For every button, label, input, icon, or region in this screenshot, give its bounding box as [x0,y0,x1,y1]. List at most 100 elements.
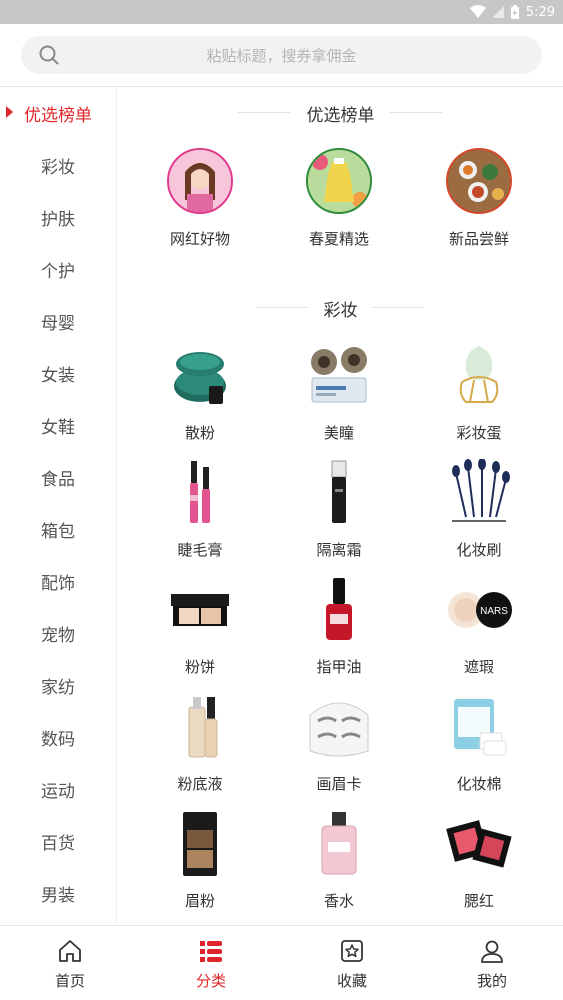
section-title-makeup: 彩妆 [323,300,358,321]
sidebar-item-label: 优选榜单 [24,105,92,126]
category-tile-makeup-brush[interactable]: 化妆刷 [409,458,549,560]
category-label: 画眉卡 [316,775,362,793]
primer-icon [304,459,374,529]
signal-icon [491,6,504,18]
category-tile-brow-powder[interactable]: 眉粉 [130,810,270,911]
category-label: 新品尝鲜 [448,230,509,248]
section-divider [372,307,424,308]
category-label: 彩妆蛋 [456,424,502,442]
sidebar-item-womens-clothing[interactable]: 女装 [0,347,116,399]
nav-favorites[interactable]: 收藏 [282,926,422,1000]
sidebar-item-label: 女装 [41,365,75,386]
sidebar-item-bags[interactable]: 箱包 [0,503,116,555]
wifi-icon [469,5,486,18]
new-arrivals-icon [444,148,514,218]
sidebar-item-sports[interactable]: 运动 [0,763,116,815]
category-tile-influencer-picks[interactable]: 网红好物 [130,146,270,249]
sidebar-item-digital[interactable]: 数码 [0,711,116,763]
nail-polish-icon [304,576,374,646]
nars-logo-text: NARS [480,606,508,617]
sidebar-item-label: 运动 [41,781,75,802]
sidebar-item-pets[interactable]: 宠物 [0,607,116,659]
category-tile-foundation[interactable]: 粉底液 [130,693,270,794]
sidebar-item-label: 宠物 [41,625,75,646]
category-label: 腮红 [463,892,494,910]
category-label: 化妆棉 [456,775,502,793]
foundation-icon [165,693,235,763]
sidebar-item-womens-shoes[interactable]: 女鞋 [0,399,116,451]
category-tile-pressed-powder[interactable]: 粉饼 [130,576,270,677]
category-tile-spring-summer-picks[interactable]: 春夏精选 [269,146,409,249]
sidebar-item-label: 个护 [41,261,75,282]
category-label: 美瞳 [323,424,354,442]
category-label: 香水 [323,892,354,910]
mascara-icon [165,459,235,529]
sidebar-item-label: 箱包 [41,521,75,542]
section-divider [390,112,442,113]
sidebar-item-label: 男装 [41,885,75,906]
nav-category[interactable]: 分类 [141,926,281,1000]
sidebar-item-makeup[interactable]: 彩妆 [0,139,116,191]
sidebar-item-personal-care[interactable]: 个护 [0,243,116,295]
bottom-navigation: 首页 分类 收藏 我的 [0,925,563,1000]
nav-home[interactable]: 首页 [0,926,140,1000]
category-tile-blush[interactable]: 腮红 [409,810,549,911]
nav-label: 分类 [195,972,226,990]
category-tile-concealer[interactable]: NARS 遮瑕 [409,576,549,677]
sidebar-item-skincare[interactable]: 护肤 [0,191,116,243]
category-tile-cotton-pad[interactable]: 化妆棉 [409,693,549,794]
sidebar-item-accessories[interactable]: 配饰 [0,555,116,607]
eyebrow-stencil-icon [304,693,374,763]
sidebar-item-label: 食品 [41,469,75,490]
status-bar: 5:29 [0,0,563,24]
makeup-sponge-icon [444,342,514,412]
favorites-icon [341,940,363,962]
nav-profile[interactable]: 我的 [422,926,562,1000]
nav-label: 我的 [476,972,507,990]
search-input[interactable]: 粘贴标题，搜券拿佣金 [21,36,542,74]
influencer-picks-icon [165,148,235,218]
active-arrow-icon [6,106,13,118]
sidebar-item-label: 家纺 [41,677,75,698]
brow-powder-icon [165,810,235,880]
makeup-brush-icon [444,458,514,529]
category-tile-makeup-sponge[interactable]: 彩妆蛋 [409,342,549,443]
category-tile-loose-powder[interactable]: 散粉 [130,342,270,443]
nav-label: 首页 [54,972,85,990]
sidebar-item-label: 配饰 [41,573,75,594]
sidebar-item-home-textiles[interactable]: 家纺 [0,659,116,711]
category-label: 遮瑕 [463,658,494,676]
category-tile-color-contacts[interactable]: 美瞳 [269,342,409,443]
category-tile-eyebrow-stencil[interactable]: 画眉卡 [269,693,409,794]
sidebar-item-food[interactable]: 食品 [0,451,116,503]
sidebar-item-label: 数码 [41,729,75,750]
category-label: 睫毛膏 [177,541,223,559]
status-time: 5:29 [525,4,555,20]
sidebar-item-baby[interactable]: 母婴 [0,295,116,347]
sidebar-item-featured[interactable]: 优选榜单 [0,87,116,139]
category-label: 春夏精选 [308,230,369,248]
sidebar-item-label: 护肤 [41,209,75,230]
category-label: 指甲油 [316,658,362,676]
category-tile-new-arrivals[interactable]: 新品尝鲜 [409,146,549,249]
sidebar-item-general-goods[interactable]: 百货 [0,815,116,867]
spring-summer-picks-icon [304,148,374,218]
category-icon [200,941,222,962]
category-label: 化妆刷 [456,541,502,559]
category-label: 散粉 [184,424,215,442]
category-tile-primer[interactable]: 隔离霜 [269,459,409,560]
home-icon [59,940,81,962]
category-tile-perfume[interactable]: 香水 [269,810,409,911]
pressed-powder-icon [165,576,235,646]
sidebar-item-label: 女鞋 [41,417,75,438]
search-area: 粘贴标题，搜券拿佣金 [0,24,563,86]
sidebar-item-label: 百货 [41,833,75,854]
category-label: 粉底液 [177,775,223,793]
profile-icon [481,940,503,963]
category-label: 隔离霜 [316,541,362,559]
category-label: 粉饼 [184,658,215,676]
sidebar-item-mens-clothing[interactable]: 男装 [0,867,116,919]
category-tile-mascara[interactable]: 睫毛膏 [130,459,270,560]
category-tile-nail-polish[interactable]: 指甲油 [269,576,409,677]
concealer-icon: NARS [444,576,514,646]
